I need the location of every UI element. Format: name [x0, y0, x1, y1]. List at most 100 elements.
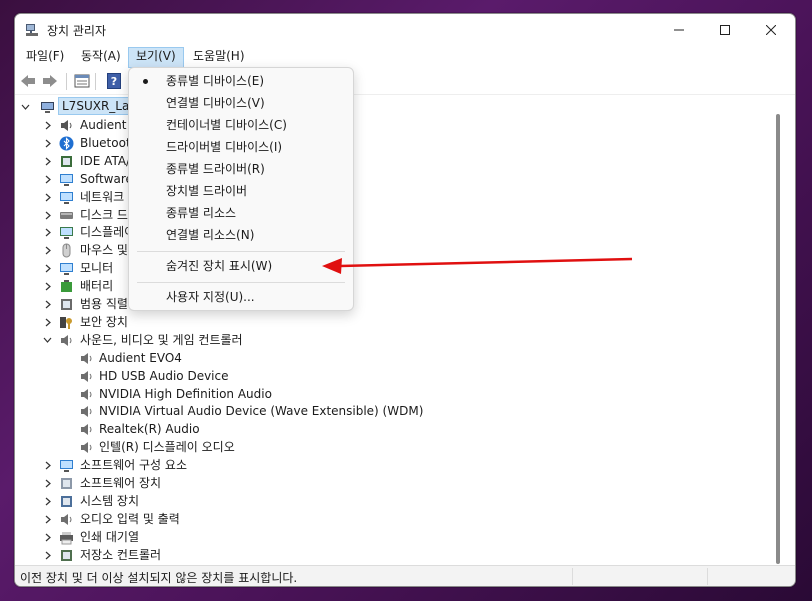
speaker-icon [81, 389, 92, 400]
tree-category-row[interactable]: Audient USB Audio [15, 116, 755, 134]
mouse-icon [62, 243, 71, 258]
tree-device-row[interactable]: NVIDIA Virtual Audio Device (Wave Extens… [15, 402, 755, 420]
chevron-right-icon[interactable] [43, 116, 53, 134]
tree-category-row[interactable]: 오디오 입력 및 출력 [15, 510, 755, 528]
toolbar-separator [66, 73, 67, 90]
menu-action[interactable]: 동작(A) [74, 47, 128, 66]
tree-category-row[interactable]: 마우스 및 기타 포인팅 장치 [15, 241, 755, 259]
menu-file[interactable]: 파일(F) [19, 47, 71, 66]
menu-item-view-option[interactable]: 장치별 드라이버 [129, 180, 353, 202]
menu-item-view-option[interactable]: 종류별 리소스 [129, 202, 353, 224]
tree-category-row-sound[interactable]: 사운드, 비디오 및 게임 컨트롤러 [15, 331, 755, 349]
chevron-right-icon[interactable] [43, 528, 53, 546]
tree-category-row[interactable]: 범용 직렬 버스 컨트롤러 [15, 295, 755, 313]
menu-item-view-option[interactable]: 드라이버별 디바이스(I) [129, 136, 353, 158]
menu-item-view-option[interactable]: 연결별 디바이스(V) [129, 92, 353, 114]
close-button[interactable] [748, 14, 794, 46]
chevron-right-icon[interactable] [43, 188, 53, 206]
chevron-right-icon[interactable] [43, 474, 53, 492]
status-separator [707, 568, 708, 585]
vertical-scrollbar[interactable] [776, 114, 780, 564]
computer-icon [41, 102, 54, 113]
tree-category-row[interactable]: 디스플레이 어댑터 [15, 223, 755, 241]
menu-item-label: 연결별 리소스(N) [166, 228, 255, 242]
chevron-right-icon[interactable] [43, 295, 53, 313]
tree-category-row[interactable]: 소프트웨어 구성 요소 [15, 456, 755, 474]
menu-item-show-hidden-devices[interactable]: 숨겨진 장치 표시(W) [129, 255, 353, 277]
tree-category-row[interactable]: Software components [15, 170, 755, 188]
chevron-right-icon[interactable] [43, 223, 53, 241]
chevron-right-icon[interactable] [43, 546, 53, 564]
tree-category-row[interactable]: 모니터 [15, 259, 755, 277]
tree-item-label: 인쇄 대기열 [80, 530, 140, 544]
audio-device-icon [61, 120, 72, 131]
chevron-right-icon[interactable] [43, 510, 53, 528]
chevron-right-icon[interactable] [43, 492, 53, 510]
chevron-right-icon[interactable] [43, 206, 53, 224]
radio-bullet-icon [143, 79, 148, 84]
chevron-right-icon[interactable] [43, 170, 53, 188]
view-menu-dropdown: 종류별 디바이스(E) 연결별 디바이스(V) 컨테이너별 디바이스(C) 드라이버별… [128, 67, 354, 311]
tree-category-row[interactable]: 저장소 컨트롤러 [15, 546, 755, 564]
chevron-right-icon[interactable] [43, 277, 53, 295]
forward-arrow-icon [43, 75, 57, 87]
tree-item-label: 인텔(R) 디스플레이 오디오 [99, 440, 235, 454]
tree-category-row[interactable]: 네트워크 어댑터 [15, 188, 755, 206]
back-button[interactable] [19, 72, 37, 90]
menu-item-view-option[interactable]: 연결별 리소스(N) [129, 224, 353, 246]
tree-device-row[interactable]: NVIDIA High Definition Audio [15, 385, 755, 403]
tree-category-row[interactable]: 시스템 장치 [15, 492, 755, 510]
menu-view[interactable]: 보기(V) [128, 47, 184, 68]
menu-item-label: 사용자 지정(U)... [166, 290, 255, 304]
help-button[interactable]: ? [105, 72, 123, 90]
chevron-right-icon[interactable] [43, 259, 53, 277]
svg-text:?: ? [111, 75, 117, 88]
chevron-right-icon[interactable] [43, 152, 53, 170]
minimize-button[interactable] [656, 14, 702, 46]
status-bar: 이전 장치 및 더 이상 설치되지 않은 장치를 표시합니다. [15, 565, 795, 586]
chevron-right-icon[interactable] [43, 456, 53, 474]
software-device-icon [61, 478, 72, 489]
tree-item-label: 보안 장치 [80, 315, 128, 329]
tree-category-row[interactable]: 배터리 [15, 277, 755, 295]
tree-item-label: HD USB Audio Device [99, 369, 229, 383]
menu-item-label: 종류별 리소스 [166, 206, 237, 220]
toolbar-separator [95, 73, 96, 90]
menu-item-view-option[interactable]: 종류별 디바이스(E) [129, 70, 353, 92]
maximize-button[interactable] [702, 14, 748, 46]
tree-category-row[interactable]: IDE ATA/ATAPI 컨트롤러 [15, 152, 755, 170]
tree-device-row[interactable]: Audient EVO4 [15, 349, 755, 367]
tree-device-row[interactable]: HD USB Audio Device [15, 367, 755, 385]
audio-io-icon [61, 514, 72, 525]
menu-item-view-option[interactable]: 종류별 드라이버(R) [129, 158, 353, 180]
chevron-down-icon[interactable] [42, 331, 52, 349]
speaker-icon [81, 442, 92, 453]
chevron-right-icon[interactable] [43, 241, 53, 259]
back-arrow-icon [21, 75, 35, 87]
menu-item-label: 드라이버별 디바이스(I) [166, 140, 283, 154]
tree-device-row[interactable]: Realtek(R) Audio [15, 420, 755, 438]
tree-category-row[interactable]: 소프트웨어 장치 [15, 474, 755, 492]
menu-item-customize[interactable]: 사용자 지정(U)... [129, 286, 353, 308]
chevron-right-icon[interactable] [43, 134, 53, 152]
menu-item-label: 컨테이너별 디바이스(C) [166, 118, 287, 132]
menu-help[interactable]: 도움말(H) [186, 47, 252, 66]
minimize-icon [674, 29, 684, 31]
properties-view-button[interactable] [73, 72, 91, 90]
forward-button[interactable] [41, 72, 59, 90]
chevron-down-icon[interactable] [20, 98, 30, 116]
tree-item-label: 저장소 컨트롤러 [80, 548, 162, 562]
chevron-right-icon[interactable] [43, 313, 53, 331]
help-icon: ? [107, 73, 121, 89]
speaker-icon [81, 406, 92, 417]
tree-category-row[interactable]: 인쇄 대기열 [15, 528, 755, 546]
title-bar[interactable]: 장치 관리자 [15, 14, 795, 46]
tree-category-row[interactable]: 보안 장치 [15, 313, 755, 331]
speaker-icon [81, 424, 92, 435]
tree-item-label: 시스템 장치 [80, 494, 140, 508]
tree-device-row[interactable]: 인텔(R) 디스플레이 오디오 [15, 438, 755, 456]
tree-category-row[interactable]: 디스크 드라이브 [15, 206, 755, 224]
tree-category-row[interactable]: Bluetooth [15, 134, 755, 152]
maximize-icon [720, 25, 730, 35]
menu-item-view-option[interactable]: 컨테이너별 디바이스(C) [129, 114, 353, 136]
